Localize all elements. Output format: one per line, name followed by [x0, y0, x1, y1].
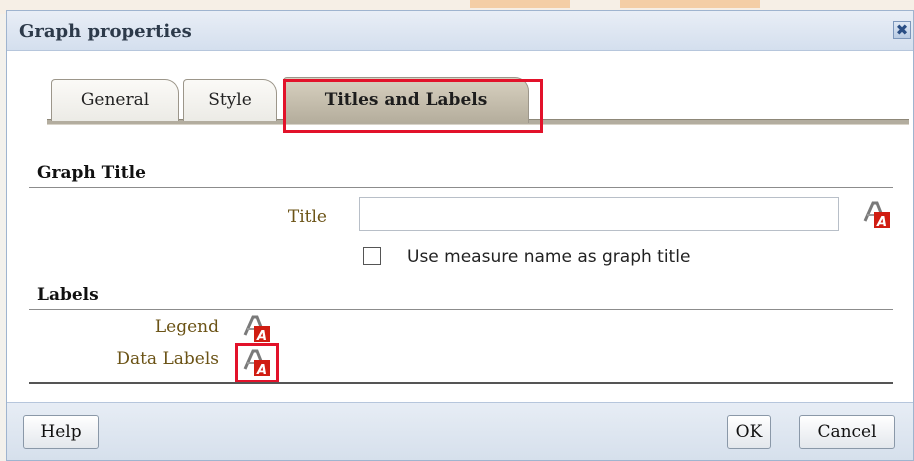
- use-measure-checkbox[interactable]: [363, 247, 381, 265]
- section-divider: [29, 187, 893, 188]
- ok-button[interactable]: OK: [727, 415, 771, 449]
- highlight-box-tab: [283, 79, 543, 133]
- section-divider: [29, 309, 893, 310]
- background-accent: [470, 0, 570, 8]
- use-measure-label: Use measure name as graph title: [407, 247, 691, 267]
- highlight-box-data-labels: [235, 343, 279, 383]
- title-format-icon[interactable]: A: [861, 199, 891, 229]
- labels-header: Labels: [37, 285, 99, 305]
- tab-strip: General Style Titles and Labels: [47, 71, 909, 133]
- tab-general[interactable]: General: [51, 79, 179, 121]
- title-label: Title: [287, 207, 327, 227]
- dialog-titlebar: Graph properties ✖: [7, 11, 913, 51]
- tab-style[interactable]: Style: [183, 79, 277, 121]
- graph-title-header: Graph Title: [37, 163, 146, 183]
- legend-label: Legend: [154, 317, 219, 337]
- legend-format-icon[interactable]: A: [241, 313, 271, 343]
- title-input[interactable]: [359, 197, 839, 231]
- background-accent: [620, 0, 760, 8]
- cancel-button[interactable]: Cancel: [799, 415, 895, 449]
- svg-text:A: A: [876, 215, 887, 229]
- graph-properties-dialog: Graph properties ✖ General Style Titles …: [6, 10, 914, 461]
- svg-text:A: A: [256, 329, 267, 343]
- content-bottom-divider: [29, 382, 893, 384]
- dialog-title: Graph properties: [19, 21, 192, 42]
- close-icon[interactable]: ✖: [893, 21, 911, 39]
- data-labels-label: Data Labels: [116, 349, 219, 369]
- help-button[interactable]: Help: [23, 415, 99, 449]
- dialog-footer: Help OK Cancel: [7, 402, 913, 460]
